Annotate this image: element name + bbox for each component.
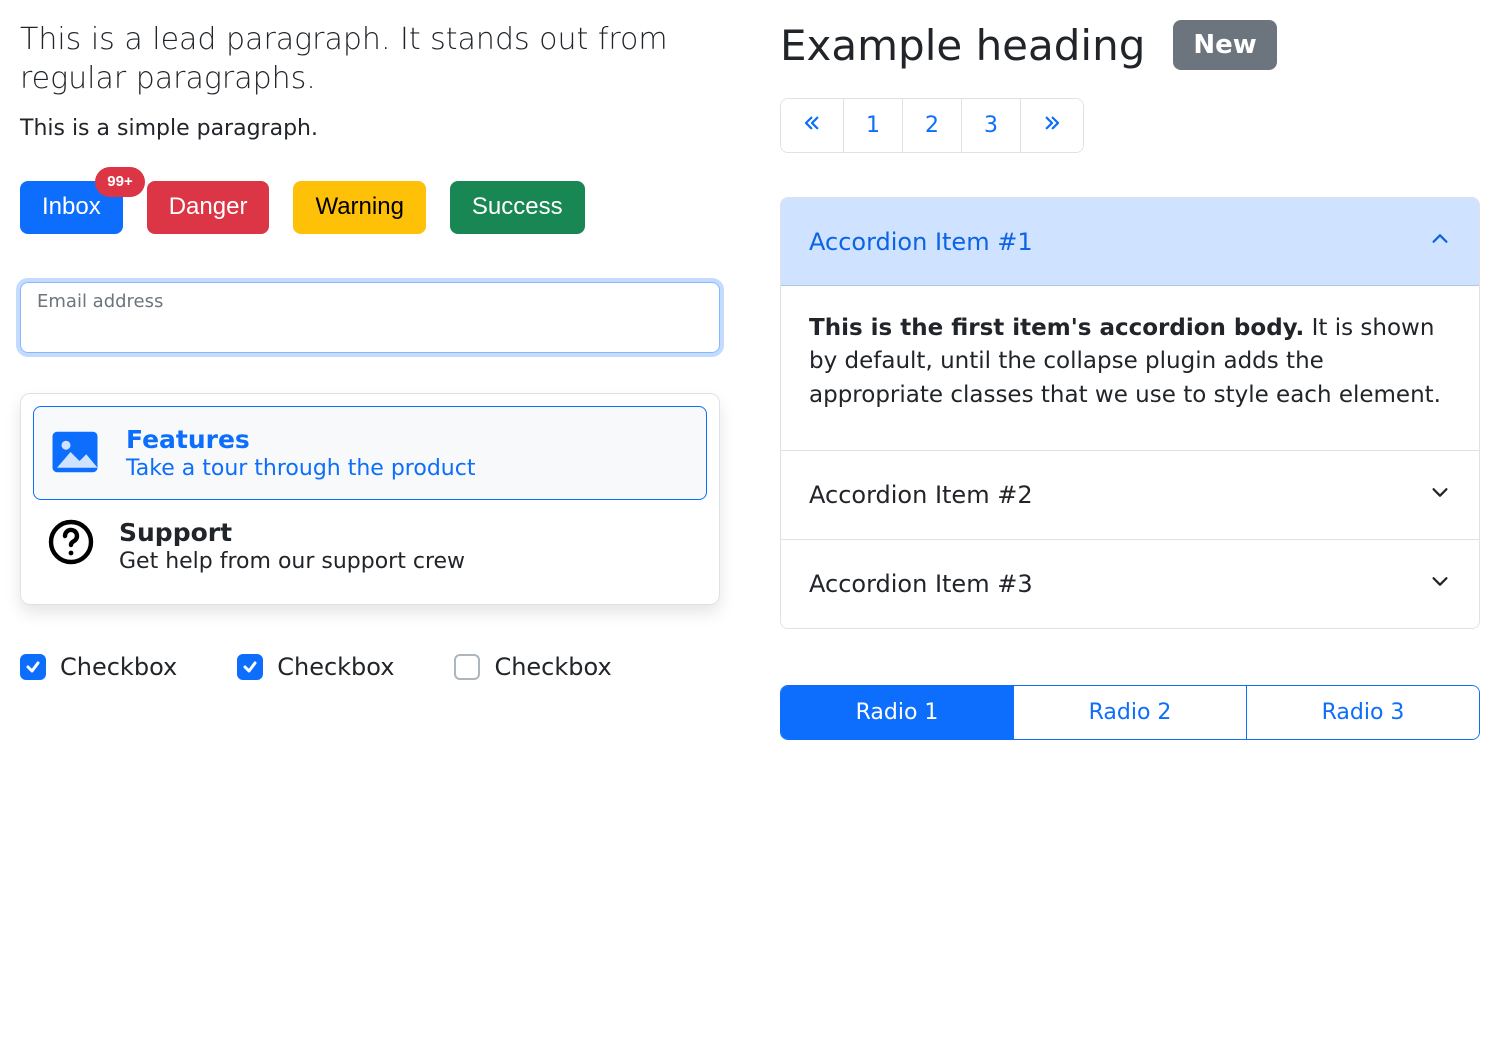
chevron-down-icon	[1429, 481, 1451, 509]
list-card: Features Take a tour through the product…	[20, 393, 720, 605]
chevron-down-icon	[1429, 570, 1451, 598]
list-item-features[interactable]: Features Take a tour through the product	[33, 406, 707, 500]
chevron-double-left-icon	[803, 113, 821, 138]
accordion-header-2[interactable]: Accordion Item #2	[781, 451, 1479, 539]
support-title: Support	[119, 518, 465, 547]
accordion-item-3: Accordion Item #3	[781, 540, 1479, 628]
radio-1[interactable]: Radio 1	[781, 686, 1014, 739]
checkbox-3[interactable]: Checkbox	[454, 653, 611, 681]
features-title: Features	[126, 425, 475, 454]
email-field-wrapper[interactable]: Email address	[20, 282, 720, 353]
checkbox-2-label: Checkbox	[277, 653, 394, 681]
checkbox-1[interactable]: Checkbox	[20, 653, 177, 681]
accordion: Accordion Item #1 This is the first item…	[780, 197, 1480, 629]
warning-button-label: Warning	[315, 193, 403, 220]
example-heading: Example heading	[780, 21, 1145, 70]
accordion-item-1: Accordion Item #1 This is the first item…	[781, 198, 1479, 451]
danger-button-label: Danger	[169, 193, 248, 220]
support-subtitle: Get help from our support crew	[119, 549, 465, 574]
inbox-button-label: Inbox	[42, 193, 101, 220]
accordion-title-3: Accordion Item #3	[809, 570, 1033, 598]
email-label: Email address	[37, 291, 703, 312]
features-subtitle: Take a tour through the product	[126, 456, 475, 481]
simple-paragraph: This is a simple paragraph.	[20, 116, 720, 141]
checkbox-2[interactable]: Checkbox	[237, 653, 394, 681]
radio-group: Radio 1 Radio 2 Radio 3	[780, 685, 1480, 740]
accordion-body-1-bold: This is the first item's accordion body.	[809, 315, 1304, 341]
list-item-support[interactable]: Support Get help from our support crew	[33, 500, 707, 592]
danger-button[interactable]: Danger	[147, 181, 270, 234]
inbox-button[interactable]: Inbox 99+	[20, 181, 123, 234]
pagination-page-1[interactable]: 1	[844, 99, 903, 152]
lead-paragraph: This is a lead paragraph. It stands out …	[20, 20, 720, 98]
warning-button[interactable]: Warning	[293, 181, 425, 234]
checkbox-3-label: Checkbox	[494, 653, 611, 681]
pagination-prev[interactable]	[781, 99, 844, 152]
chevron-double-right-icon	[1043, 113, 1061, 138]
pagination-page-2[interactable]: 2	[903, 99, 962, 152]
chevron-up-icon	[1429, 228, 1451, 256]
pagination-page-3[interactable]: 3	[962, 99, 1021, 152]
button-row: Inbox 99+ Danger Warning Success	[20, 181, 720, 234]
accordion-title-1: Accordion Item #1	[809, 228, 1033, 256]
pagination: 1 2 3	[780, 98, 1084, 153]
accordion-header-3[interactable]: Accordion Item #3	[781, 540, 1479, 628]
checkbox-1-label: Checkbox	[60, 653, 177, 681]
radio-3[interactable]: Radio 3	[1247, 686, 1479, 739]
question-circle-icon	[47, 518, 95, 566]
accordion-header-1[interactable]: Accordion Item #1	[781, 198, 1479, 286]
image-icon	[48, 425, 102, 479]
accordion-body-1: This is the first item's accordion body.…	[781, 286, 1479, 450]
pagination-next[interactable]	[1021, 99, 1083, 152]
radio-2[interactable]: Radio 2	[1014, 686, 1247, 739]
email-input[interactable]	[37, 312, 703, 340]
checkbox-row: Checkbox Checkbox Checkbox	[20, 653, 720, 681]
checkbox-2-box	[237, 654, 263, 680]
heading-badge: New	[1173, 20, 1276, 70]
success-button-label: Success	[472, 193, 563, 220]
accordion-item-2: Accordion Item #2	[781, 451, 1479, 540]
heading-row: Example heading New	[780, 20, 1480, 70]
inbox-badge: 99+	[95, 167, 144, 197]
success-button[interactable]: Success	[450, 181, 585, 234]
checkbox-3-box	[454, 654, 480, 680]
accordion-title-2: Accordion Item #2	[809, 481, 1033, 509]
checkbox-1-box	[20, 654, 46, 680]
